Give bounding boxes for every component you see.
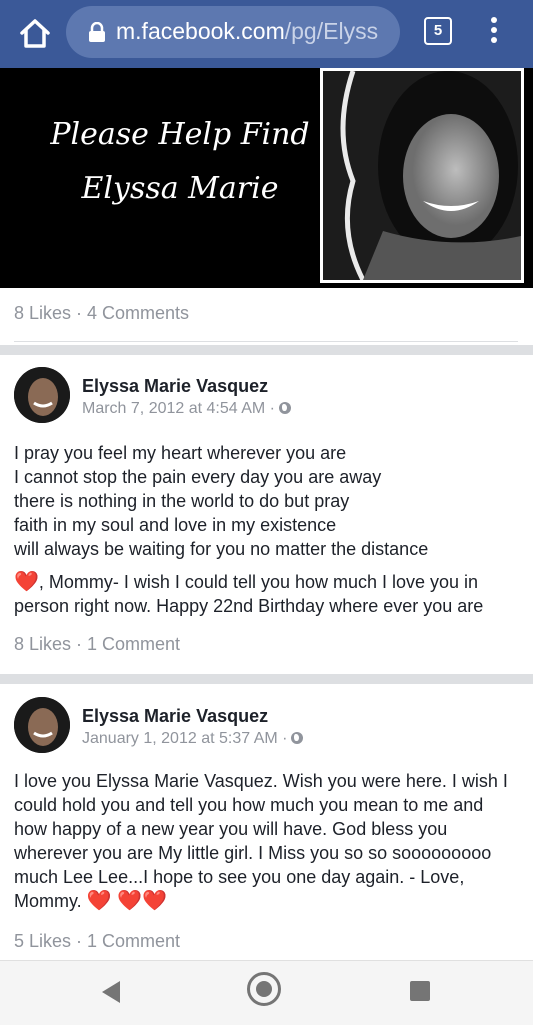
recent-apps-icon[interactable]	[410, 981, 430, 1001]
post-text-2: ❤️, Mommy- I wish I could tell you how m…	[14, 570, 519, 618]
overflow-menu-icon[interactable]	[484, 14, 504, 50]
heart-emoji-icon: ❤️	[14, 571, 39, 593]
globe-icon	[291, 732, 304, 744]
tab-count: 5	[433, 22, 443, 39]
feed-separator	[0, 674, 533, 684]
url-host: m.facebook.com	[116, 18, 285, 44]
post-timestamp[interactable]: March 7, 2012 at 4:54 AM ·	[82, 400, 291, 418]
avatar[interactable]	[14, 367, 70, 423]
system-nav-bar	[0, 960, 533, 1025]
avatar[interactable]	[14, 697, 70, 753]
post-text: I love you Elyssa Marie Vasquez. Wish yo…	[14, 769, 519, 913]
post-stats[interactable]: 8 Likes · 1 Comment	[14, 634, 180, 655]
banner-title: Please Help Find Elyssa Marie	[30, 108, 330, 216]
home-circle-icon[interactable]	[247, 972, 281, 1006]
tabs-icon[interactable]: 5	[424, 17, 452, 45]
heart-emoji-icon: ❤️ ❤️❤️	[86, 890, 167, 912]
lock-icon	[89, 22, 105, 42]
post-text: I pray you feel my heart wherever you ar…	[14, 443, 429, 559]
post-date: March 7, 2012 at 4:54 AM ·	[82, 400, 275, 417]
browser-toolbar: m.facebook.com/pg/Elyss 5	[0, 0, 533, 68]
post-author[interactable]: Elyssa Marie Vasquez	[82, 376, 268, 397]
url-text[interactable]: m.facebook.com/pg/Elyss	[116, 18, 391, 45]
post-text-2-content: , Mommy- I wish I could tell you how muc…	[14, 572, 484, 616]
globe-icon	[279, 402, 291, 414]
feed-separator	[0, 345, 533, 355]
back-icon[interactable]	[102, 981, 120, 1003]
banner-stats[interactable]: 8 Likes · 4 Comments	[14, 303, 189, 324]
post-author[interactable]: Elyssa Marie Vasquez	[82, 706, 268, 727]
divider	[14, 341, 518, 342]
home-icon[interactable]	[18, 16, 52, 50]
portrait-photo	[320, 68, 524, 283]
cover-image: Please Help Find Elyssa Marie	[0, 68, 533, 288]
post-stats[interactable]: 5 Likes · 1 Comment	[14, 931, 180, 952]
banner-line-2: Elyssa Marie	[81, 171, 279, 206]
post-timestamp[interactable]: January 1, 2012 at 5:37 AM ·	[82, 730, 304, 748]
url-path: /pg/Elyss	[284, 18, 379, 44]
post-date: January 1, 2012 at 5:37 AM ·	[82, 730, 288, 747]
address-bar[interactable]: m.facebook.com/pg/Elyss	[66, 6, 400, 58]
banner-line-1: Please Help Find	[50, 117, 310, 152]
